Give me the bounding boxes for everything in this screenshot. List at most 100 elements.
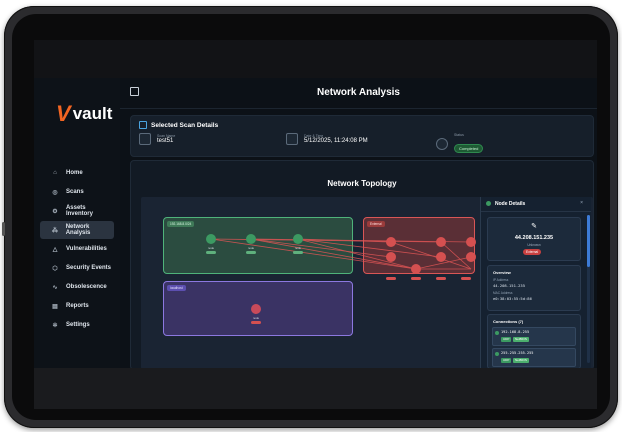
warning-icon: △ bbox=[52, 246, 58, 253]
mac-label: MAC Address bbox=[493, 291, 513, 295]
connections-card: Connections (7) 192.168.8.255 UDP NetBIO… bbox=[487, 314, 581, 369]
status-badge: Completed bbox=[454, 144, 484, 153]
network-topology-card: Network Topology 192.168.8.0/24 External… bbox=[130, 160, 594, 370]
node-details-header: Node Details × bbox=[481, 197, 591, 212]
connection-status-icon bbox=[495, 352, 499, 356]
node-label: node bbox=[252, 316, 260, 320]
sidebar-item-label: Scans bbox=[66, 189, 84, 195]
network-node[interactable] bbox=[466, 252, 476, 262]
sidebar-item-reports[interactable]: ▤ Reports bbox=[40, 297, 114, 315]
app-window: V vault ⌂ Home ◎ Scans ⚙ Assets Inventory ⁂… bbox=[34, 78, 597, 370]
connection-status-icon bbox=[495, 331, 499, 335]
screen-bottom-bar bbox=[34, 368, 597, 409]
sidebar-item-label: Obsolescence bbox=[66, 284, 107, 290]
connection-ip: 192.168.8.255 bbox=[501, 330, 530, 334]
gear-icon: ⚙ bbox=[52, 208, 58, 215]
sidebar-item-label: Reports bbox=[66, 303, 89, 309]
scan-icon: ◎ bbox=[52, 189, 58, 196]
sidebar-item-label: Security Events bbox=[66, 265, 112, 271]
page-title: Network Analysis bbox=[317, 87, 400, 98]
scan-details-icon bbox=[139, 121, 147, 129]
node-summary-card: ✎ 44.208.151.235 Unknown External bbox=[487, 217, 581, 261]
protocol-tag: UDP bbox=[501, 337, 512, 342]
node-badge bbox=[246, 251, 256, 254]
close-icon[interactable]: × bbox=[580, 200, 583, 206]
connection-item[interactable]: 255.255.255.255 UDP NetBIOS bbox=[492, 348, 576, 367]
topology-canvas[interactable]: 192.168.8.0/24 External localhost node n… bbox=[141, 197, 593, 369]
sidebar-item-label: Settings bbox=[66, 322, 90, 328]
main-content: Network Analysis Selected Scan Details S… bbox=[120, 78, 597, 370]
network-topology-title: Network Topology bbox=[327, 179, 397, 188]
pulse-icon: ∿ bbox=[52, 284, 58, 291]
file-icon bbox=[139, 133, 151, 145]
scan-details-title: Selected Scan Details bbox=[139, 121, 218, 129]
node-ip: 44.208.151.235 bbox=[514, 235, 554, 241]
node-type: Unknown bbox=[527, 243, 541, 247]
sidebar-item-scans[interactable]: ◎ Scans bbox=[40, 183, 114, 201]
home-icon: ⌂ bbox=[53, 170, 57, 176]
node-badge bbox=[436, 277, 446, 280]
sidebar-item-label: Vulnerabilities bbox=[66, 246, 107, 252]
node-badge bbox=[206, 251, 216, 254]
network-node[interactable] bbox=[386, 252, 396, 262]
node-badge bbox=[411, 277, 421, 280]
sidebar-item-settings[interactable]: ✲ Settings bbox=[40, 316, 114, 334]
service-tag: NetBIOS bbox=[513, 337, 529, 342]
scan-date-value: 5/12/2025, 11:24:08 PM bbox=[304, 138, 368, 144]
status-icon bbox=[436, 138, 448, 150]
network-node[interactable] bbox=[411, 264, 421, 274]
scrollbar-thumb[interactable] bbox=[587, 215, 590, 267]
external-badge: External bbox=[523, 249, 542, 255]
wrench-icon: ✎ bbox=[531, 223, 537, 230]
scan-details-title-text: Selected Scan Details bbox=[151, 121, 219, 129]
settings-icon: ✲ bbox=[52, 322, 58, 329]
main-header: Network Analysis bbox=[120, 78, 597, 109]
node-badge bbox=[251, 321, 261, 324]
sidebar-item-label: Network Analysis bbox=[65, 224, 91, 236]
sidebar-item-label: Assets Inventory bbox=[65, 205, 93, 217]
overview-title: Overview bbox=[493, 270, 511, 275]
node-label: node bbox=[247, 246, 255, 250]
brand-logo[interactable]: V vault bbox=[56, 101, 112, 127]
node-details-title: Node Details bbox=[495, 201, 526, 207]
connection-ip: 255.255.255.255 bbox=[501, 351, 534, 355]
sidebar-item-home[interactable]: ⌂ Home bbox=[40, 164, 114, 182]
scan-name-value: test51 bbox=[157, 138, 174, 144]
brand-word: vault bbox=[72, 104, 113, 123]
sidebar-item-assets-inventory[interactable]: ⚙ Assets Inventory bbox=[40, 202, 114, 220]
overview-card: Overview IP Address 44.208.151.235 MAC A… bbox=[487, 265, 581, 311]
network-node[interactable] bbox=[246, 234, 256, 244]
scan-details-card: Selected Scan Details Scan Name test51 Da… bbox=[130, 115, 594, 157]
node-badge bbox=[386, 277, 396, 280]
scan-status-field: Status Completed bbox=[436, 133, 484, 155]
sidebar-item-obsolescence[interactable]: ∿ Obsolescence bbox=[40, 278, 114, 296]
connection-item[interactable]: 192.168.8.255 UDP NetBIOS bbox=[492, 327, 576, 346]
service-tag: NetBIOS bbox=[513, 358, 529, 363]
sidebar-item-network-analysis[interactable]: ⁂ Network Analysis bbox=[40, 221, 114, 239]
network-node[interactable] bbox=[436, 237, 446, 247]
network-node[interactable] bbox=[436, 252, 446, 262]
details-scrollbar[interactable] bbox=[587, 215, 590, 363]
network-node[interactable] bbox=[251, 304, 261, 314]
ip-label: IP Address bbox=[493, 278, 509, 282]
connections-title: Connections (7) bbox=[493, 319, 524, 324]
tablet-side-button bbox=[2, 222, 5, 236]
network-icon: ⁂ bbox=[51, 227, 58, 234]
screen-top-bar bbox=[34, 40, 597, 78]
scan-status-label: Status bbox=[454, 133, 464, 137]
screen: V vault ⌂ Home ◎ Scans ⚙ Assets Inventory ⁂… bbox=[34, 40, 597, 409]
report-icon: ▤ bbox=[52, 303, 58, 310]
calendar-icon bbox=[286, 133, 298, 145]
network-node[interactable] bbox=[386, 237, 396, 247]
node-label: node bbox=[207, 246, 215, 250]
sidebar-item-vulnerabilities[interactable]: △ Vulnerabilities bbox=[40, 240, 114, 258]
shield-icon: ⬡ bbox=[52, 265, 58, 272]
network-node[interactable] bbox=[293, 234, 303, 244]
sidebar-item-label: Home bbox=[66, 170, 83, 176]
sidebar-item-security-events[interactable]: ⬡ Security Events bbox=[40, 259, 114, 277]
network-node[interactable] bbox=[206, 234, 216, 244]
mac-value: e0:38:03:55:5d:86 bbox=[493, 296, 532, 301]
node-icon bbox=[486, 201, 491, 206]
network-node[interactable] bbox=[466, 237, 476, 247]
node-label: node bbox=[294, 246, 302, 250]
